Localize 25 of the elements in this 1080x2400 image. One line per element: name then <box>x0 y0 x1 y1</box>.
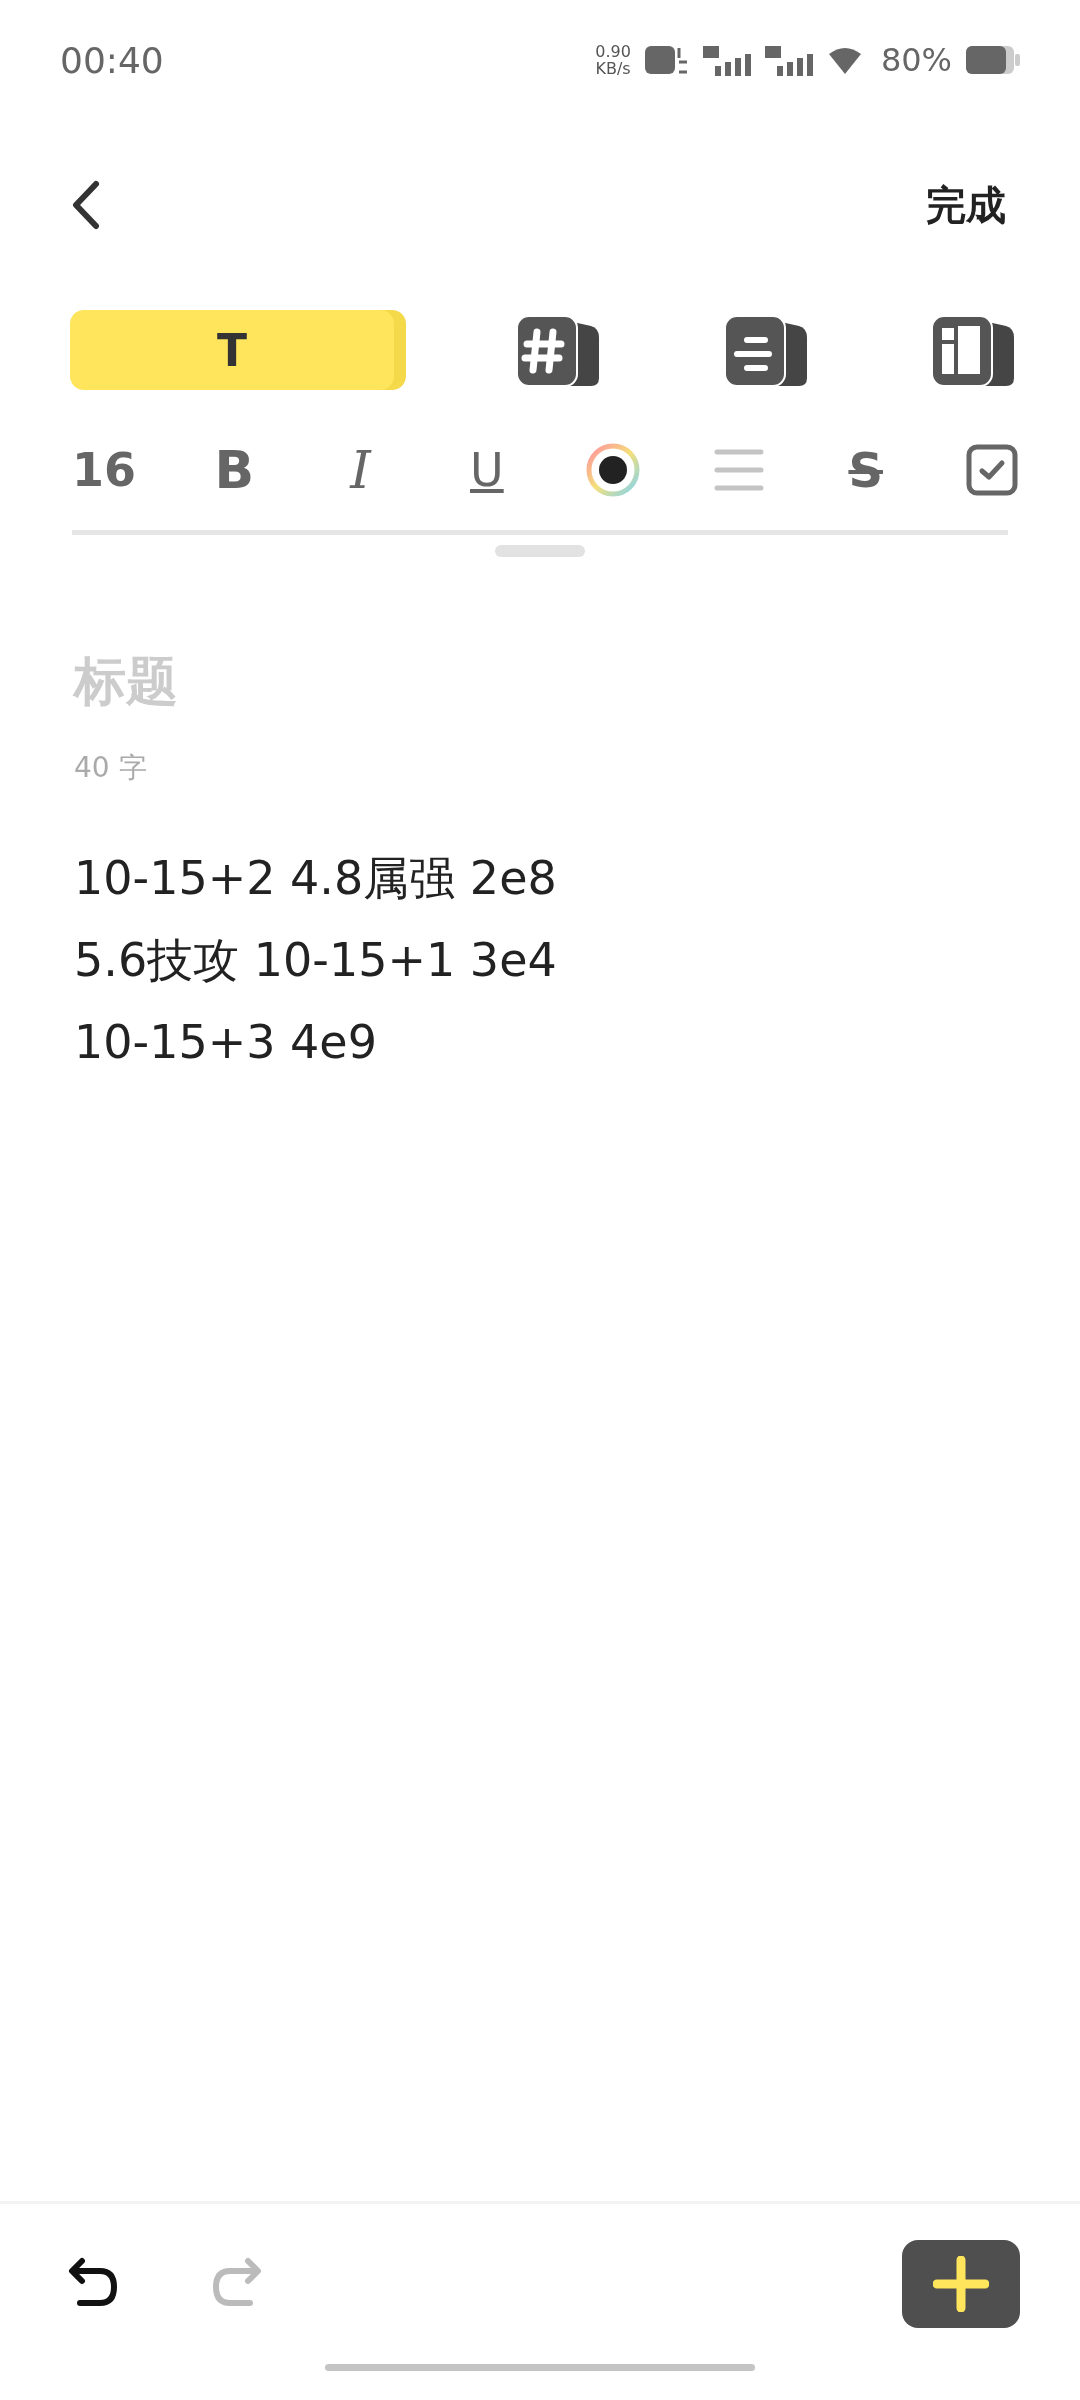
battery-percent: 80% <box>880 41 952 79</box>
font-size-button[interactable]: 16 <box>72 438 136 502</box>
done-button[interactable]: 完成 <box>926 177 1006 233</box>
status-time: 00:40 <box>60 39 164 81</box>
align-lines-icon <box>714 448 765 492</box>
hd-signal-icon <box>644 44 689 76</box>
checkbox-icon <box>966 444 1018 496</box>
strikethrough-button[interactable]: S <box>837 438 894 502</box>
drag-handle[interactable] <box>495 545 585 557</box>
cellular-signal-icon <box>764 44 813 76</box>
italic-button[interactable]: I <box>332 438 389 502</box>
color-wheel-icon <box>585 442 642 498</box>
network-speed-unit: KB/s <box>595 60 631 77</box>
word-count: 40 字 <box>74 750 148 786</box>
note-line: 10-15+3 4e9 <box>74 1014 378 1071</box>
cellular-signal-icon <box>702 44 751 76</box>
note-line: 10-15+2 4.8属强 2e8 <box>74 850 557 907</box>
note-line: 5.6技攻 10-15+1 3e4 <box>74 932 557 989</box>
underline-button[interactable]: U <box>458 438 515 502</box>
add-button[interactable] <box>902 2240 1020 2328</box>
battery-icon <box>966 46 1020 74</box>
bold-button[interactable]: B <box>206 438 263 502</box>
network-speed: 0.90 <box>595 43 631 60</box>
back-button[interactable] <box>70 180 100 230</box>
plus-icon <box>933 2256 989 2312</box>
